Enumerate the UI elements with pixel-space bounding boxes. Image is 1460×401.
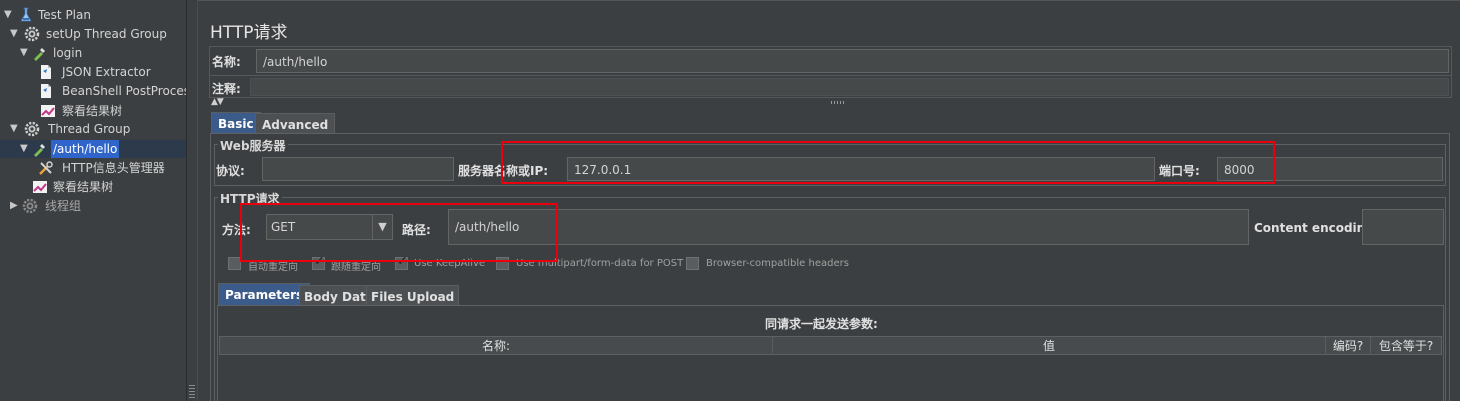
tab-files-upload[interactable]: Files Upload [366,285,460,306]
name-field[interactable]: /auth/hello [256,49,1449,73]
protocol-field[interactable] [262,157,454,181]
document-icon [38,64,54,80]
split-divider[interactable] [186,0,198,401]
pipette-icon [32,141,48,157]
content-encoding-field[interactable] [1362,209,1444,245]
highlight-box-method-path [240,203,558,262]
parameters-table-header: 名称: 值 编码? 包含等于? [219,336,1442,355]
protocol-label: 协议: [216,164,245,178]
tree-item-label: 察看结果树 [53,180,114,194]
tree-item-label: JSON Extractor [62,65,151,79]
expand-arrow-icon[interactable]: ▼ [20,44,30,62]
graph-icon [32,179,48,195]
tree-item-label: HTTP信息头管理器 [62,161,165,175]
pipette-icon [32,45,48,61]
tree-item-label: setUp Thread Group [46,27,167,41]
parameters-table-body[interactable] [219,355,1442,401]
parameters-caption: 同请求一起发送参数: [765,317,878,331]
browser-compatible-checkbox[interactable] [686,257,699,270]
expand-arrow-icon[interactable]: ▼ [10,25,20,43]
wrench-icon [38,160,54,176]
splitter-grip-icon[interactable] [831,101,845,104]
expand-arrow-icon[interactable]: ▼ [20,140,30,158]
expand-arrow-icon[interactable]: ▶ [10,197,20,215]
gear-icon [24,121,40,137]
tab-parameters[interactable]: Parameters [218,283,311,306]
content-encoding-label: Content encoding: [1254,221,1379,235]
name-label: 名称: [212,55,241,69]
tree-item-label: login [53,46,83,60]
column-header-include-equals[interactable]: 包含等于? [1371,337,1441,355]
test-plan-tree[interactable]: ▼ Test Plan ▼ setUp Thread Group ▼ login… [0,0,190,401]
tree-item-label: /auth/hello [51,140,120,158]
expand-arrow-icon[interactable]: ▼ [4,6,14,24]
tab-advanced[interactable]: Advanced [255,113,336,134]
collapse-arrows-icon[interactable]: ▲▼ [211,97,224,107]
divider-grip-icon[interactable] [189,384,195,398]
flask-icon [18,7,34,23]
tree-item-label: Test Plan [38,8,91,22]
tree-item-label: BeanShell PostProces [62,84,191,98]
browser-compatible-label: Browser-compatible headers [706,258,849,269]
column-header-name[interactable]: 名称: [220,337,773,355]
comment-label: 注释: [212,82,241,96]
gear-icon [22,198,38,214]
document-icon [38,83,54,99]
gear-icon [24,26,40,42]
tree-item-label: 察看结果树 [62,104,123,118]
web-server-title: Web服务器 [218,137,288,154]
graph-icon [40,103,56,119]
column-header-value[interactable]: 值 [773,337,1326,355]
tab-basic[interactable]: Basic [211,112,261,134]
column-header-encode[interactable]: 编码? [1326,337,1371,355]
tree-item-label: 线程组 [45,199,82,213]
comment-field[interactable] [250,78,1449,96]
page-title: HTTP请求 [210,23,288,43]
tree-item-label: Thread Group [48,122,131,136]
expand-arrow-icon[interactable]: ▼ [10,120,20,138]
highlight-box-server-port [501,141,1275,184]
path-field[interactable]: /auth/hello [448,209,1249,245]
